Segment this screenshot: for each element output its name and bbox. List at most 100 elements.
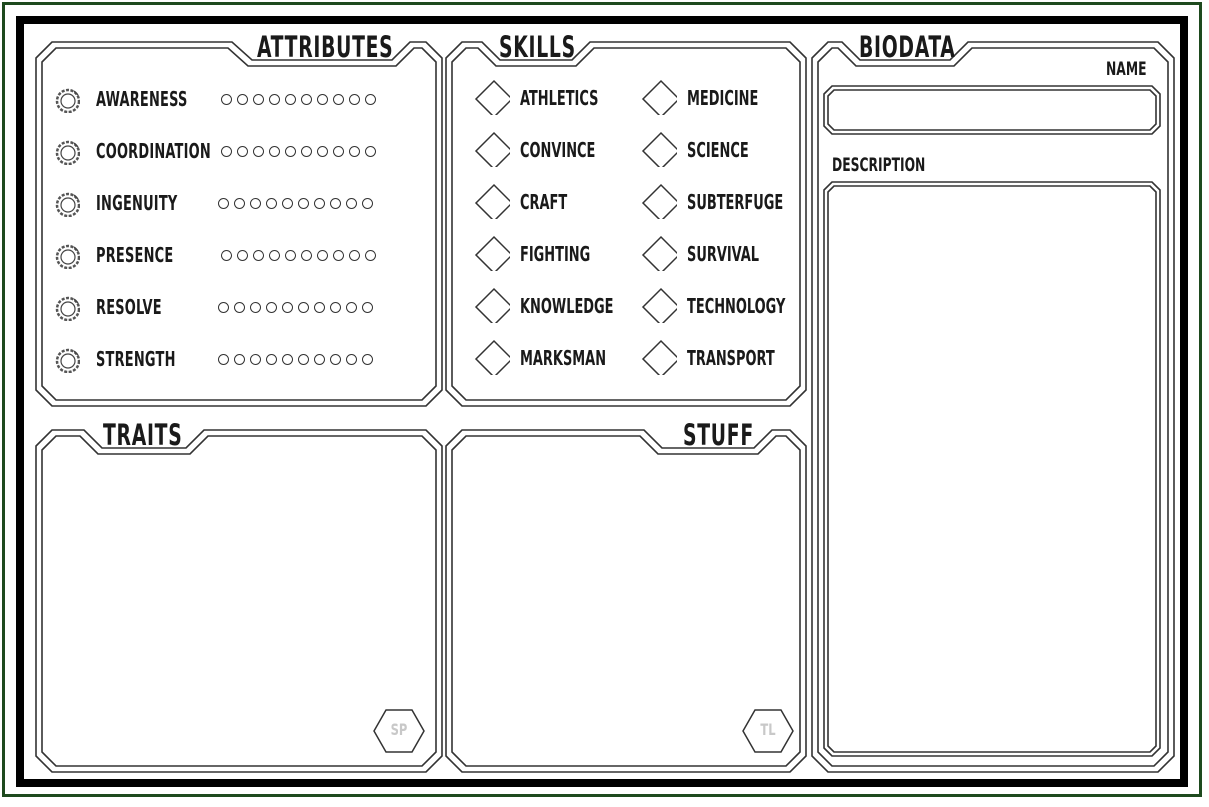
name-field[interactable]	[830, 92, 1154, 128]
attribute-dot[interactable]	[333, 94, 344, 105]
attribute-ring-icon[interactable]	[54, 243, 80, 269]
skill-label: KNOWLEDGE	[520, 294, 614, 318]
attribute-dot[interactable]	[282, 354, 293, 365]
attribute-dot[interactable]	[234, 302, 245, 313]
attribute-dot[interactable]	[266, 302, 277, 313]
attribute-dot[interactable]	[362, 302, 373, 313]
attribute-dot[interactable]	[330, 354, 341, 365]
attribute-dots	[221, 250, 376, 261]
attribute-dot[interactable]	[285, 94, 296, 105]
skill-label: SCIENCE	[687, 138, 749, 162]
attribute-dot[interactable]	[253, 146, 264, 157]
attribute-dot[interactable]	[282, 198, 293, 209]
attribute-dot[interactable]	[221, 250, 232, 261]
attribute-dot[interactable]	[266, 354, 277, 365]
skill-diamond-icon[interactable]	[474, 235, 510, 271]
skill-label: ATHLETICS	[520, 86, 599, 110]
attribute-dot[interactable]	[253, 94, 264, 105]
attribute-dot[interactable]	[269, 146, 280, 157]
attribute-dot[interactable]	[237, 94, 248, 105]
attribute-dot[interactable]	[250, 302, 261, 313]
skill-diamond-icon[interactable]	[641, 287, 677, 323]
attribute-label: INGENUITY	[96, 191, 178, 215]
skill-diamond-icon[interactable]	[474, 79, 510, 115]
attribute-dot[interactable]	[330, 198, 341, 209]
attribute-dot[interactable]	[218, 302, 229, 313]
attribute-dot[interactable]	[250, 354, 261, 365]
attribute-dot[interactable]	[221, 94, 232, 105]
attribute-dot[interactable]	[346, 354, 357, 365]
attribute-dot[interactable]	[317, 250, 328, 261]
skill-label: MEDICINE	[687, 86, 759, 110]
attribute-dot[interactable]	[253, 250, 264, 261]
skill-diamond-icon[interactable]	[641, 79, 677, 115]
attribute-dot[interactable]	[346, 302, 357, 313]
attribute-dot[interactable]	[285, 250, 296, 261]
attribute-dots	[221, 94, 376, 105]
attribute-dot[interactable]	[221, 146, 232, 157]
skill-diamond-icon[interactable]	[474, 339, 510, 375]
attribute-dot[interactable]	[362, 354, 373, 365]
attribute-dot[interactable]	[314, 302, 325, 313]
attribute-label: AWARENESS	[96, 87, 188, 111]
attribute-dot[interactable]	[314, 354, 325, 365]
skill-diamond-icon[interactable]	[641, 131, 677, 167]
attribute-dot[interactable]	[365, 146, 376, 157]
attribute-dot[interactable]	[298, 302, 309, 313]
attribute-dot[interactable]	[317, 146, 328, 157]
skill-diamond-icon[interactable]	[474, 287, 510, 323]
skill-diamond-icon[interactable]	[474, 131, 510, 167]
attribute-ring-icon[interactable]	[54, 295, 80, 321]
attribute-label: STRENGTH	[96, 347, 176, 371]
skill-diamond-icon[interactable]	[474, 183, 510, 219]
traits-title: TRAITS	[103, 418, 183, 452]
attribute-dot[interactable]	[234, 354, 245, 365]
attribute-dot[interactable]	[349, 250, 360, 261]
attribute-dot[interactable]	[234, 198, 245, 209]
attribute-dot[interactable]	[298, 354, 309, 365]
skill-label: SUBTERFUGE	[687, 190, 784, 214]
skill-diamond-icon[interactable]	[641, 183, 677, 219]
biodata-title: BIODATA	[859, 30, 956, 64]
attribute-label: COORDINATION	[96, 139, 211, 163]
attribute-dot[interactable]	[269, 94, 280, 105]
attribute-dot[interactable]	[349, 94, 360, 105]
attribute-dot[interactable]	[346, 198, 357, 209]
attribute-dot[interactable]	[365, 250, 376, 261]
attribute-dot[interactable]	[218, 198, 229, 209]
tl-badge-text: TL	[760, 720, 776, 739]
attribute-ring-icon[interactable]	[54, 191, 80, 217]
attribute-dot[interactable]	[333, 146, 344, 157]
attribute-ring-icon[interactable]	[54, 347, 80, 373]
name-label: NAME	[1106, 58, 1147, 80]
attribute-ring-icon[interactable]	[54, 87, 80, 113]
skill-diamond-icon[interactable]	[641, 339, 677, 375]
attribute-dot[interactable]	[269, 250, 280, 261]
attribute-dot[interactable]	[330, 302, 341, 313]
description-field[interactable]	[830, 188, 1154, 750]
attribute-dot[interactable]	[314, 198, 325, 209]
attribute-dot[interactable]	[301, 146, 312, 157]
attribute-dot[interactable]	[237, 146, 248, 157]
attribute-dot[interactable]	[301, 94, 312, 105]
attribute-dot[interactable]	[301, 250, 312, 261]
attribute-dots	[221, 146, 376, 157]
attribute-dot[interactable]	[285, 146, 296, 157]
attribute-dot[interactable]	[266, 198, 277, 209]
attribute-dot[interactable]	[333, 250, 344, 261]
attribute-dot[interactable]	[298, 198, 309, 209]
skill-diamond-icon[interactable]	[641, 235, 677, 271]
attribute-dot[interactable]	[349, 146, 360, 157]
attribute-dot[interactable]	[282, 302, 293, 313]
skill-label: CONVINCE	[520, 138, 596, 162]
attribute-dot[interactable]	[362, 198, 373, 209]
attribute-dot[interactable]	[365, 94, 376, 105]
attribute-label: RESOLVE	[96, 295, 162, 319]
attribute-dot[interactable]	[250, 198, 261, 209]
attribute-dot[interactable]	[237, 250, 248, 261]
attribute-ring-icon[interactable]	[54, 139, 80, 165]
skill-label: TRANSPORT	[687, 346, 775, 370]
attribute-dot[interactable]	[317, 94, 328, 105]
attribute-dots	[218, 198, 373, 209]
attribute-dot[interactable]	[218, 354, 229, 365]
